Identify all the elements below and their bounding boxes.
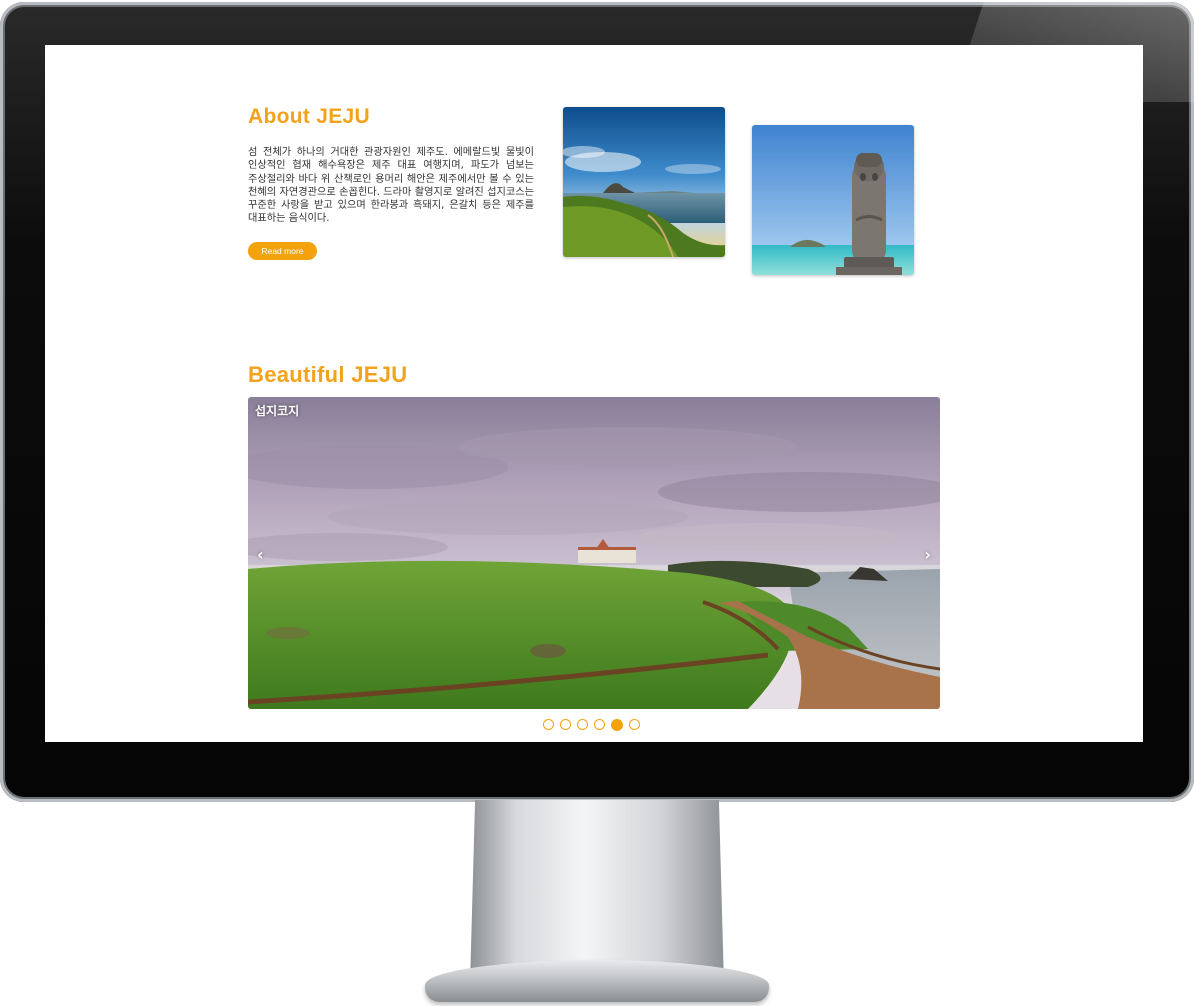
monitor-stand-neck xyxy=(470,800,724,985)
about-description: 섬 전체가 하나의 거대한 관광자원인 제주도. 에메랄드빛 물빛이 인상적인 … xyxy=(248,147,534,225)
screen: About JEJU 섬 전체가 하나의 거대한 관광자원인 제주도. 에메랄드… xyxy=(45,45,1143,742)
image-slider[interactable]: 섭지코지 ‹ › xyxy=(248,397,940,709)
dol-hareubang-photo xyxy=(752,125,914,275)
slide-dot-4[interactable] xyxy=(594,719,605,730)
coast-photo xyxy=(563,107,725,257)
monitor-bezel: About JEJU 섬 전체가 하나의 거대한 관광자원인 제주도. 에메랄드… xyxy=(0,2,1194,802)
chevron-left-icon[interactable]: ‹ xyxy=(257,547,264,563)
slide-dot-3[interactable] xyxy=(577,719,588,730)
seopjikoji-slide-image xyxy=(248,397,940,709)
slide-dot-6[interactable] xyxy=(629,719,640,730)
about-title: About JEJU xyxy=(248,105,371,128)
gallery-title: Beautiful JEJU xyxy=(248,362,408,387)
slide-dot-2[interactable] xyxy=(560,719,571,730)
chevron-right-icon[interactable]: › xyxy=(924,547,931,563)
slide-dot-1[interactable] xyxy=(543,719,554,730)
monitor-stand-foot xyxy=(425,960,769,1002)
slider-pagination xyxy=(543,719,640,731)
slide-dot-5[interactable] xyxy=(611,719,623,731)
slide-caption: 섭지코지 xyxy=(255,404,300,418)
read-more-button[interactable]: Read more xyxy=(248,242,317,260)
